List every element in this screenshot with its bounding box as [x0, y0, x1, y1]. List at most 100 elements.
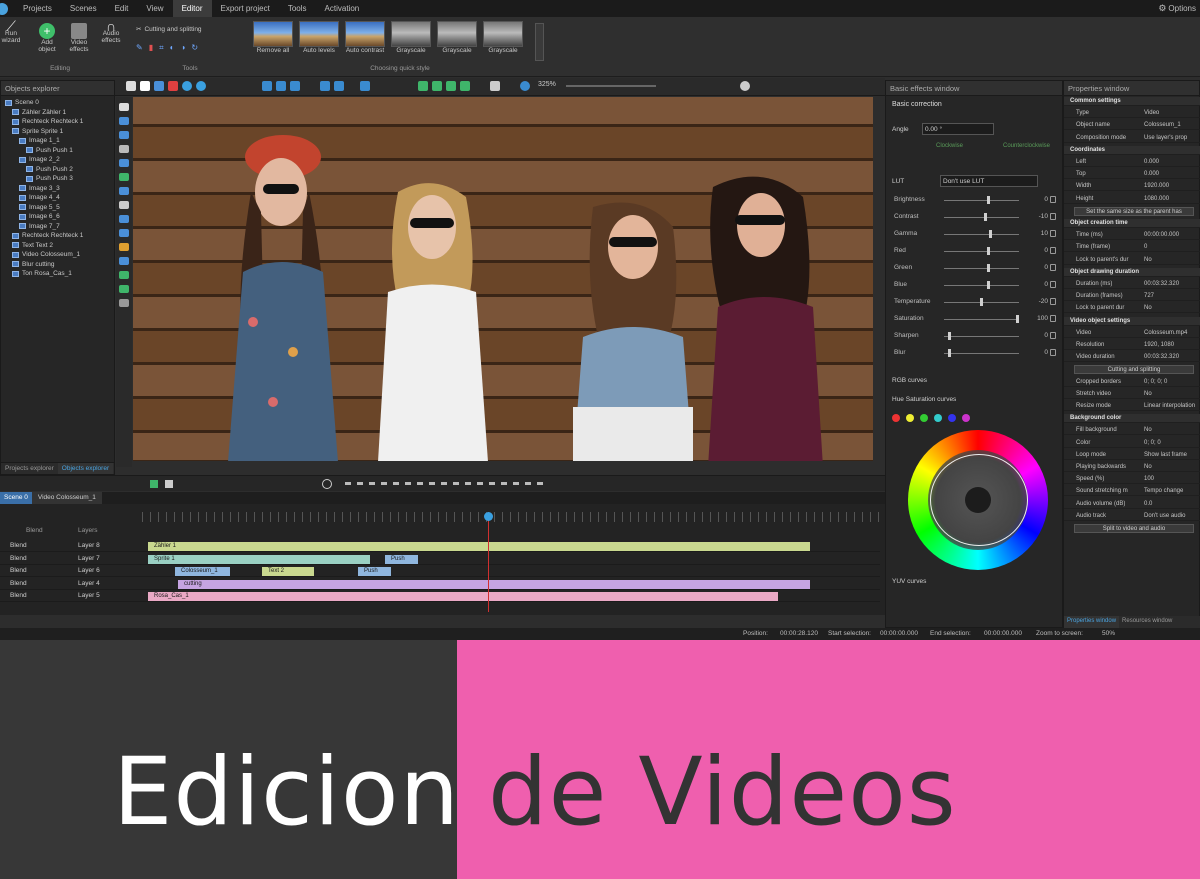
tab-video-colosseum[interactable]: Video Colosseum_1 [31, 492, 102, 504]
tree-item[interactable]: Image 7_7 [3, 222, 114, 232]
timeline-clip[interactable]: Sprite 1 [148, 554, 370, 564]
slider-value[interactable]: -20 [1028, 298, 1048, 305]
property-row[interactable]: Height 1080.000 [1064, 195, 1200, 204]
style-grayscale-1[interactable]: Grayscale [391, 21, 431, 54]
shape-tool-icon[interactable] [119, 117, 129, 125]
counterclockwise-button[interactable]: Counterclockwise [1003, 143, 1050, 149]
property-row[interactable]: Speed (%) 100 [1064, 475, 1200, 485]
tab-resources-window[interactable]: Resources window [1119, 616, 1175, 628]
property-row[interactable]: Lock to parent dur No [1064, 304, 1200, 314]
tree-item[interactable]: Image 4_4 [3, 193, 114, 203]
property-section[interactable]: Object creation time [1064, 219, 1200, 228]
tree-item[interactable]: Scene 0 [3, 98, 114, 108]
slider-knob[interactable] [947, 349, 951, 357]
timeline-clip[interactable]: Zähler 1 [148, 542, 810, 551]
record-tool-icon[interactable] [119, 271, 129, 279]
reset-icon[interactable] [1050, 281, 1056, 288]
tree-item[interactable]: Image 2_2 [3, 155, 114, 165]
property-row[interactable]: Width 1920.000 [1064, 182, 1200, 192]
slider-track[interactable] [944, 251, 1019, 252]
slider-value[interactable]: 0 [1028, 349, 1048, 356]
yuv-curves-header[interactable]: YUV curves [892, 578, 926, 585]
play-icon[interactable] [150, 480, 158, 488]
property-row[interactable]: Duration (frames) 727 [1064, 292, 1200, 302]
track-blend[interactable]: Blend [10, 555, 27, 562]
track-blend[interactable]: Blend [10, 567, 27, 574]
style-remove-all[interactable]: Remove all [253, 21, 293, 54]
property-value[interactable]: No [1144, 305, 1152, 311]
property-value[interactable]: 0.000 [1144, 171, 1159, 177]
menu-export-project[interactable]: Export project [212, 0, 279, 17]
arrow-up-icon[interactable] [418, 81, 428, 91]
video-preview[interactable] [133, 97, 873, 461]
zoom-screen-value[interactable]: 50% [1102, 630, 1115, 637]
align-top-icon[interactable] [320, 81, 330, 91]
settings-icon[interactable] [740, 81, 750, 91]
property-value[interactable]: No [1144, 257, 1152, 263]
property-row[interactable]: Object name Colosseum_1 [1064, 121, 1200, 131]
redo-icon[interactable] [196, 81, 206, 91]
property-row[interactable]: Cropped borders 0; 0; 0; 0 [1064, 378, 1200, 387]
property-button[interactable]: Cutting and splitting [1074, 365, 1194, 375]
reset-icon[interactable] [1050, 230, 1056, 237]
track-blend[interactable]: Blend [10, 580, 27, 587]
angle-input[interactable]: 0.00 ° [922, 123, 994, 135]
style-auto-contrast[interactable]: Auto contrast [345, 21, 385, 54]
timeline-track[interactable]: Blend Layer 4 cutting [0, 579, 880, 590]
slider-knob[interactable] [980, 298, 983, 306]
arrow-right-icon[interactable] [460, 81, 470, 91]
image-tool-icon[interactable] [119, 131, 129, 139]
run-wizard-button[interactable]: ⟋ Run wizard [0, 19, 24, 44]
property-row[interactable]: Time (ms) 00:00:00.000 [1064, 231, 1200, 241]
tree-item[interactable]: Image 6_6 [3, 212, 114, 222]
track-blend[interactable]: Blend [10, 542, 27, 549]
property-value[interactable]: Linear interpolation [1144, 403, 1195, 409]
more-tools-icon[interactable] [119, 299, 129, 307]
zoom-icon[interactable] [520, 81, 530, 91]
property-value[interactable]: 0; 0; 0 [1144, 440, 1161, 446]
slider-value[interactable]: 0 [1028, 264, 1048, 271]
property-button[interactable]: Split to video and audio [1074, 524, 1194, 533]
tree-item[interactable]: Ton Rosa_Cas_1 [3, 269, 114, 279]
slider-track[interactable] [944, 200, 1019, 201]
property-value[interactable]: 727 [1144, 293, 1154, 299]
gallery-scroll[interactable] [535, 23, 544, 61]
crop-icon[interactable]: ⌗ [159, 43, 164, 53]
tree-item[interactable]: Sprite Sprite 1 [3, 127, 114, 137]
wheel-curve[interactable] [930, 454, 1028, 546]
style-grayscale-2[interactable]: Grayscale [437, 21, 477, 54]
pen-icon[interactable]: ✎ [136, 43, 143, 53]
property-value[interactable]: Colosseum_1 [1144, 122, 1181, 128]
timeline-track[interactable]: Blend Layer 7 Sprite 1 [0, 554, 880, 565]
cyan-channel-dot[interactable] [934, 414, 942, 422]
timeline-track[interactable]: Blend Layer 5 Rosa_Cas_1 [0, 591, 880, 602]
property-row[interactable]: Video Colosseum.mp4 [1064, 329, 1200, 338]
reset-icon[interactable] [1050, 315, 1056, 322]
property-row[interactable]: Playing backwards No [1064, 463, 1200, 472]
slider-knob[interactable] [1016, 315, 1019, 323]
slider-knob[interactable] [987, 264, 991, 272]
slider-track[interactable] [944, 319, 1019, 320]
magenta-channel-dot[interactable] [962, 414, 970, 422]
video-tool-icon[interactable] [119, 173, 129, 181]
time-ruler[interactable] [142, 512, 882, 522]
property-row[interactable]: Audio volume (dB) 0.0 [1064, 500, 1200, 509]
animation-tool-icon[interactable] [119, 229, 129, 237]
tree-item[interactable]: Push Push 3 [3, 174, 114, 184]
slider-value[interactable]: 100 [1028, 315, 1048, 322]
cutting-splitting-button[interactable]: ✂ Cutting and splitting [136, 25, 202, 34]
mask-tool-icon[interactable] [119, 285, 129, 293]
property-value[interactable]: Colosseum.mp4 [1144, 330, 1187, 336]
playhead[interactable] [488, 512, 489, 612]
new-icon[interactable] [140, 81, 150, 91]
slider-track[interactable] [944, 353, 1019, 354]
menu-tools[interactable]: Tools [279, 0, 316, 17]
property-section[interactable]: Background color [1064, 414, 1200, 424]
property-value[interactable]: 1080.000 [1144, 196, 1169, 202]
undo-icon[interactable] [182, 81, 192, 91]
arrow-left-icon[interactable] [446, 81, 456, 91]
rotate-right-icon[interactable]: ◑ [180, 43, 185, 53]
tree-item[interactable]: Blur cutting [3, 260, 114, 270]
basic-correction-header[interactable]: Basic correction [892, 101, 942, 108]
property-value[interactable]: 100 [1144, 476, 1154, 482]
